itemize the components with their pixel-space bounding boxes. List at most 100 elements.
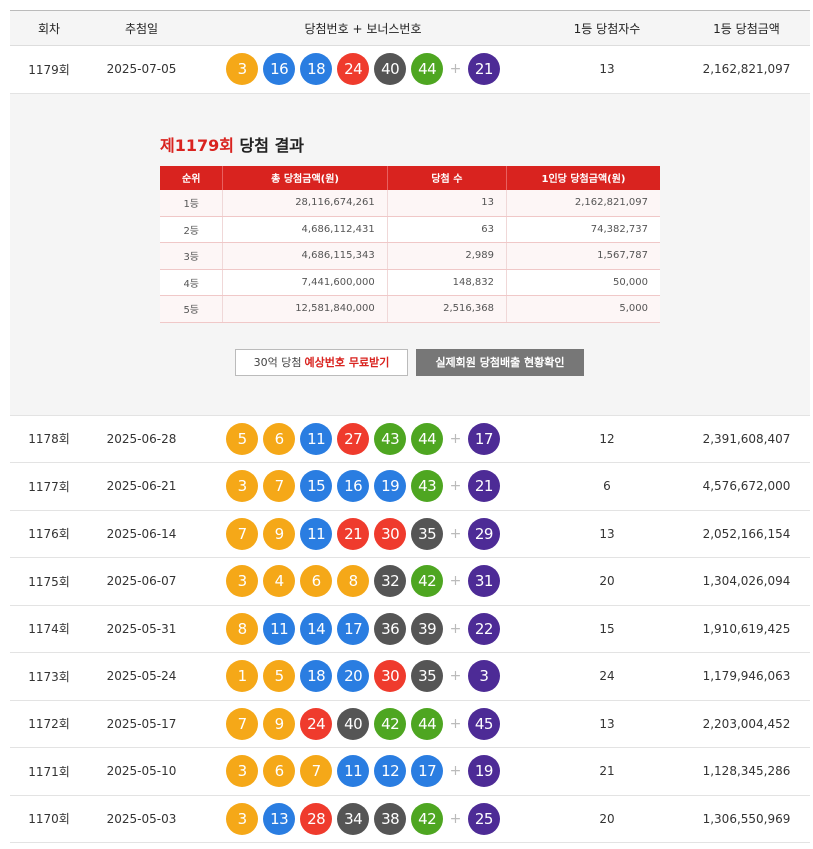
numbers-cell: 3 6 7 11 12 17 +19	[195, 755, 531, 788]
prize-table-cell: 2,516,368	[387, 295, 508, 323]
winners-cell: 24	[599, 669, 615, 684]
table-row[interactable]: 1170회 2025-05-03 3 13 28 34 38 42 +25 20 1,306,550…	[10, 796, 810, 843]
round-cell: 1173회	[28, 669, 70, 684]
lotto-ball: 11	[300, 517, 333, 550]
lotto-ball: 43	[374, 422, 407, 455]
numbers-cell: 5 6 11 27 43 44 +17	[195, 422, 531, 455]
header-numbers: 당첨번호 + 보너스번호	[304, 21, 422, 36]
prize-table-cell: 12,581,840,000	[222, 295, 388, 323]
amount-cell: 2,052,166,154	[702, 526, 791, 541]
amount-cell: 1,306,550,969	[702, 811, 791, 826]
lotto-ball: 8	[226, 612, 259, 645]
date-cell: 2025-07-05	[106, 62, 177, 77]
lotto-ball: 12	[374, 755, 407, 788]
bonus-ball: 22	[467, 612, 500, 645]
lotto-ball: 3	[226, 470, 259, 503]
lotto-ball: 11	[337, 755, 370, 788]
plus-icon: +	[449, 810, 462, 827]
table-row[interactable]: 1179회 2025-07-05 3 16 18 24 40 44 +21 13 2,162,821…	[10, 46, 810, 94]
table-row[interactable]: 1177회 2025-06-21 3 7 15 16 19 43 +21 6 4,576,672,0…	[10, 463, 810, 511]
lotto-ball: 24	[337, 53, 370, 86]
lotto-ball: 38	[374, 802, 407, 835]
table-row[interactable]: 1175회 2025-06-07 3 4 6 8 32 42 +31 20 1,304,026,09…	[10, 558, 810, 606]
plus-icon: +	[449, 525, 462, 542]
prize-table-cell: 50,000	[506, 269, 660, 296]
lotto-ball: 42	[411, 802, 444, 835]
numbers-cell: 7 9 11 21 30 35 +29	[195, 517, 531, 550]
prize-table-cell: 4,686,112,431	[222, 216, 388, 243]
lotto-ball: 5	[226, 422, 259, 455]
table-row[interactable]: 1176회 2025-06-14 7 9 11 21 30 35 +29 13 2,052,166,…	[10, 511, 810, 558]
date-cell: 2025-05-10	[106, 764, 177, 779]
numbers-cell: 3 16 18 24 40 44 +21	[195, 53, 531, 86]
member-winners-button[interactable]: 실제회원 당첨배출 현황확인	[416, 348, 584, 376]
prize-table-row: 3등 4,686,115,343 2,989 1,567,787	[160, 242, 660, 270]
lotto-ball: 21	[337, 517, 370, 550]
prize-table-cell: 2,989	[387, 242, 508, 270]
amount-cell: 2,162,821,097	[702, 62, 791, 77]
round-cell: 1174회	[28, 622, 70, 637]
amount-cell: 1,179,946,063	[702, 669, 791, 684]
numbers-cell: 8 11 14 17 36 39 +22	[195, 612, 531, 645]
prize-table-cell: 3등	[160, 242, 224, 270]
lotto-ball: 30	[374, 660, 407, 693]
header-winners: 1등 당첨자수	[573, 21, 641, 36]
table-row[interactable]: 1172회 2025-05-17 7 9 24 40 42 44 +45 13 2,203,004,…	[10, 701, 810, 748]
predict-button-prefix: 30억 당첨	[253, 356, 302, 369]
lotto-ball: 6	[300, 565, 333, 598]
plus-icon: +	[449, 668, 462, 685]
prize-table-header-cell: 총 당첨금액(원)	[222, 165, 388, 190]
header-date: 추첨일	[124, 21, 159, 36]
winners-cell: 12	[599, 431, 615, 446]
lotto-results-table: 회차 추첨일 당첨번호 + 보너스번호 1등 당첨자수 1등 당첨금액 1179…	[10, 10, 810, 843]
prize-table-row: 2등 4,686,112,431 63 74,382,737	[160, 216, 660, 243]
lotto-ball: 1	[226, 660, 259, 693]
amount-cell: 2,203,004,452	[702, 716, 791, 731]
numbers-cell: 7 9 24 40 42 44 +45	[195, 707, 531, 740]
lotto-ball: 18	[300, 660, 333, 693]
amount-cell: 1,128,345,286	[702, 764, 791, 779]
round-cell: 1172회	[28, 717, 70, 732]
prize-breakdown-table: 순위 총 당첨금액(원) 당첨 수 1인당 당첨금액(원) 1등 28,116,674,2…	[160, 165, 660, 323]
lotto-ball: 40	[337, 707, 370, 740]
prize-table-cell: 5등	[160, 295, 224, 323]
lotto-ball: 42	[411, 565, 444, 598]
table-row[interactable]: 1173회 2025-05-24 1 5 18 20 30 35 +3 24 1,179,946,0…	[10, 653, 810, 701]
amount-cell: 2,391,608,407	[702, 431, 791, 446]
predict-button-highlight: 예상번호 무료받기	[304, 356, 390, 369]
winners-cell: 13	[599, 526, 615, 541]
bonus-ball: 3	[467, 660, 500, 693]
plus-icon: +	[449, 61, 462, 78]
table-row[interactable]: 1174회 2025-05-31 8 11 14 17 36 39 +22 15 1,910,619…	[10, 606, 810, 653]
lotto-ball: 44	[411, 422, 444, 455]
numbers-cell: 3 13 28 34 38 42 +25	[195, 802, 531, 835]
date-cell: 2025-06-28	[106, 431, 177, 446]
round-cell: 1175회	[28, 574, 70, 589]
table-row[interactable]: 1171회 2025-05-10 3 6 7 11 12 17 +19 21 1,128,345,2…	[10, 748, 810, 796]
prize-table-cell: 5,000	[506, 295, 660, 323]
lotto-ball: 15	[300, 470, 333, 503]
lotto-ball: 3	[226, 755, 259, 788]
prize-table-cell: 7,441,600,000	[222, 269, 388, 296]
prize-table-cell: 28,116,674,261	[222, 189, 388, 217]
lotto-ball: 42	[374, 707, 407, 740]
prize-table-cell: 63	[387, 216, 508, 243]
lotto-ball: 7	[300, 755, 333, 788]
prize-table-row: 1등 28,116,674,261 13 2,162,821,097	[160, 189, 660, 217]
lotto-ball: 27	[337, 422, 370, 455]
bonus-ball: 17	[467, 422, 500, 455]
prize-table-cell: 74,382,737	[506, 216, 660, 243]
detail-title-text: 당첨 결과	[233, 135, 305, 155]
predict-numbers-button[interactable]: 30억 당첨 예상번호 무료받기	[235, 348, 408, 376]
prize-table-cell: 148,832	[387, 269, 508, 296]
date-cell: 2025-05-24	[106, 669, 177, 684]
date-cell: 2025-06-07	[106, 574, 177, 589]
table-row[interactable]: 1178회 2025-06-28 5 6 11 27 43 44 +17 12 2,391,608,…	[10, 416, 810, 463]
round-cell: 1178회	[28, 432, 70, 447]
lotto-ball: 35	[411, 517, 444, 550]
prize-table-cell: 4,686,115,343	[222, 242, 388, 270]
lotto-ball: 30	[374, 517, 407, 550]
plus-icon: +	[449, 478, 462, 495]
round-cell: 1170회	[28, 812, 70, 827]
lotto-ball: 3	[226, 53, 259, 86]
